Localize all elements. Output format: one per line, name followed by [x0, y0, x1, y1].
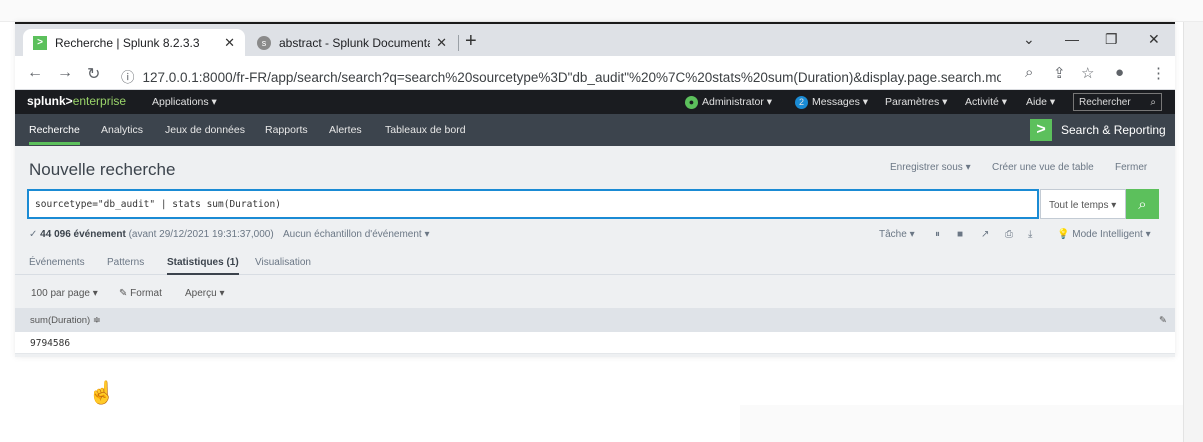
- logo-suffix: enterprise: [72, 94, 127, 108]
- format-label: Format: [130, 288, 162, 299]
- tab-title: Recherche | Splunk 8.2.3.3: [55, 35, 200, 50]
- browser-window: > Recherche | Splunk 8.2.3.3 ✕ s abstrac…: [15, 22, 1175, 357]
- nav-item-recherche[interactable]: Recherche: [29, 124, 80, 145]
- job-menu[interactable]: Tâche ▾: [879, 229, 915, 240]
- menu-kebab-icon[interactable]: ⋮: [1151, 64, 1166, 82]
- back-arrow-icon[interactable]: ←: [27, 64, 43, 82]
- lightbulb-icon: 💡: [1057, 229, 1073, 240]
- nav-item-alerts[interactable]: Alertes: [329, 124, 362, 136]
- page-title: Nouvelle recherche: [29, 160, 176, 179]
- messages-menu[interactable]: 2 Messages ▾: [795, 96, 868, 109]
- nav-item-analytics[interactable]: Analytics: [101, 124, 143, 136]
- share-job-icon[interactable]: ↗: [981, 229, 989, 240]
- column-header-sum-duration[interactable]: sum(Duration) ≑: [30, 315, 101, 326]
- bookmark-star-icon[interactable]: ☆: [1081, 64, 1094, 82]
- pencil-icon: ✎: [119, 288, 131, 299]
- event-count-value: 44 096 événement: [40, 229, 126, 240]
- url-field[interactable]: ⓘ 127.0.0.1:8000/fr-FR/app/search/search?…: [121, 66, 1001, 86]
- export-icon[interactable]: ⤓: [1028, 229, 1032, 240]
- search-mode-label: Mode Intelligent ▾: [1072, 229, 1151, 240]
- applications-menu[interactable]: Applications ▾: [152, 96, 217, 108]
- tab-events[interactable]: Événements: [29, 257, 85, 268]
- tab-title: abstract - Splunk Documentation: [279, 35, 430, 50]
- help-menu[interactable]: Aide ▾: [1026, 96, 1055, 108]
- minimize-icon[interactable]: —: [1065, 31, 1079, 47]
- event-sampling-menu[interactable]: Aucun échantillon d'événement ▾: [283, 229, 429, 240]
- format-menu[interactable]: ✎ Format: [119, 288, 162, 299]
- top-strip: [0, 0, 1203, 22]
- table-row: 9794586: [15, 332, 1175, 354]
- forward-arrow-icon[interactable]: →: [57, 64, 73, 82]
- right-side-panel: [1183, 22, 1203, 442]
- event-count: ✓ 44 096 événement (avant 29/12/2021 19:…: [29, 229, 274, 240]
- reload-icon[interactable]: ↻: [87, 64, 100, 84]
- address-bar: ← → ↻ ⓘ 127.0.0.1:8000/fr-FR/app/search/s…: [15, 56, 1175, 90]
- search-page: Nouvelle recherche Enregistrer sous ▾ Cr…: [15, 146, 1175, 357]
- print-icon[interactable]: ⎙: [1005, 229, 1013, 240]
- messages-count-badge: 2: [795, 96, 808, 109]
- app-name[interactable]: Search & Reporting: [1061, 123, 1166, 137]
- search-icon: ⌕: [1150, 97, 1156, 108]
- search-bar[interactable]: sourcetype="db_audit" | stats sum(Durati…: [27, 189, 1039, 219]
- check-icon: ✓: [29, 229, 41, 240]
- table-cell[interactable]: 9794586: [30, 338, 70, 349]
- create-table-view-link[interactable]: Créer une vue de table: [992, 162, 1094, 173]
- settings-menu[interactable]: Paramètres ▾: [885, 96, 947, 108]
- admin-label: Administrator ▾: [702, 96, 773, 108]
- tab-splunk-search[interactable]: > Recherche | Splunk 8.2.3.3 ✕: [23, 29, 245, 56]
- search-icon: ⌕: [1138, 195, 1147, 213]
- time-range-picker[interactable]: Tout le temps ▾: [1040, 189, 1126, 219]
- tab-splunk-docs[interactable]: s abstract - Splunk Documentation ✕: [247, 29, 457, 56]
- preview-menu[interactable]: Aperçu ▾: [185, 288, 224, 299]
- save-as-menu[interactable]: Enregistrer sous ▾: [890, 162, 971, 173]
- bottom-panel: [740, 405, 1183, 442]
- tab-patterns[interactable]: Patterns: [107, 257, 144, 268]
- tab-search-chevron-icon[interactable]: ⌄: [1023, 31, 1035, 48]
- close-tab-icon[interactable]: ✕: [436, 35, 447, 51]
- zoom-icon[interactable]: ⌕: [1025, 64, 1033, 81]
- tab-statistics[interactable]: Statistiques (1): [167, 257, 239, 275]
- nav-item-datasets[interactable]: Jeux de données: [165, 124, 245, 136]
- search-query-input[interactable]: sourcetype="db_audit" | stats sum(Durati…: [35, 199, 281, 210]
- search-submit-button[interactable]: ⌕: [1126, 189, 1159, 219]
- tab-bar: > Recherche | Splunk 8.2.3.3 ✕ s abstrac…: [15, 24, 1175, 56]
- nav-item-dashboards[interactable]: Tableaux de bord: [385, 124, 466, 136]
- url-text: 127.0.0.1:8000/fr-FR/app/search/search?q…: [142, 70, 1002, 85]
- table-header: sum(Duration) ≑ ✎: [15, 308, 1175, 332]
- search-app-logo-icon: >: [1030, 119, 1052, 141]
- nav-item-reports[interactable]: Rapports: [265, 124, 308, 136]
- close-tab-icon[interactable]: ✕: [224, 35, 235, 51]
- per-page-menu[interactable]: 100 par page ▾: [31, 288, 98, 299]
- pause-icon[interactable]: ⏸: [935, 229, 940, 240]
- close-link[interactable]: Fermer: [1115, 162, 1147, 173]
- splunk-favicon-icon: >: [33, 35, 47, 50]
- stop-icon[interactable]: ■: [957, 229, 963, 240]
- edit-column-icon[interactable]: ✎: [1159, 315, 1167, 326]
- share-icon[interactable]: ⇪: [1053, 64, 1066, 82]
- tab-separator: [458, 35, 459, 51]
- info-icon: ⓘ: [121, 70, 135, 85]
- event-count-detail: (avant 29/12/2021 19:31:37,000): [128, 229, 274, 240]
- profile-avatar-icon[interactable]: ●: [1115, 64, 1124, 81]
- app-nav-bar: Recherche Analytics Jeux de données Rapp…: [15, 114, 1175, 146]
- splunk-logo[interactable]: splunk>enterprise: [27, 94, 126, 108]
- splunk-top-bar: splunk>enterprise Applications ▾ ● Admini…: [15, 90, 1175, 114]
- global-search-placeholder: Rechercher: [1079, 97, 1131, 108]
- hand-cursor-icon: ☝: [88, 380, 116, 405]
- new-tab-icon[interactable]: +: [465, 30, 477, 53]
- tab-visualization[interactable]: Visualisation: [255, 257, 311, 268]
- docs-favicon-icon: s: [257, 35, 271, 50]
- admin-menu[interactable]: ● Administrator ▾: [685, 96, 772, 109]
- restore-icon[interactable]: ❐: [1105, 31, 1118, 48]
- global-search-input[interactable]: Rechercher ⌕: [1073, 93, 1162, 111]
- results-tabs: Événements Patterns Statistiques (1) Vis…: [15, 251, 1175, 275]
- admin-status-icon: ●: [685, 96, 698, 109]
- close-window-icon[interactable]: ✕: [1148, 31, 1160, 48]
- logo-text: splunk>: [27, 94, 73, 108]
- activity-menu[interactable]: Activité ▾: [965, 96, 1007, 108]
- messages-label: Messages ▾: [812, 96, 869, 108]
- search-mode-menu[interactable]: 💡 Mode Intelligent ▾: [1057, 229, 1151, 240]
